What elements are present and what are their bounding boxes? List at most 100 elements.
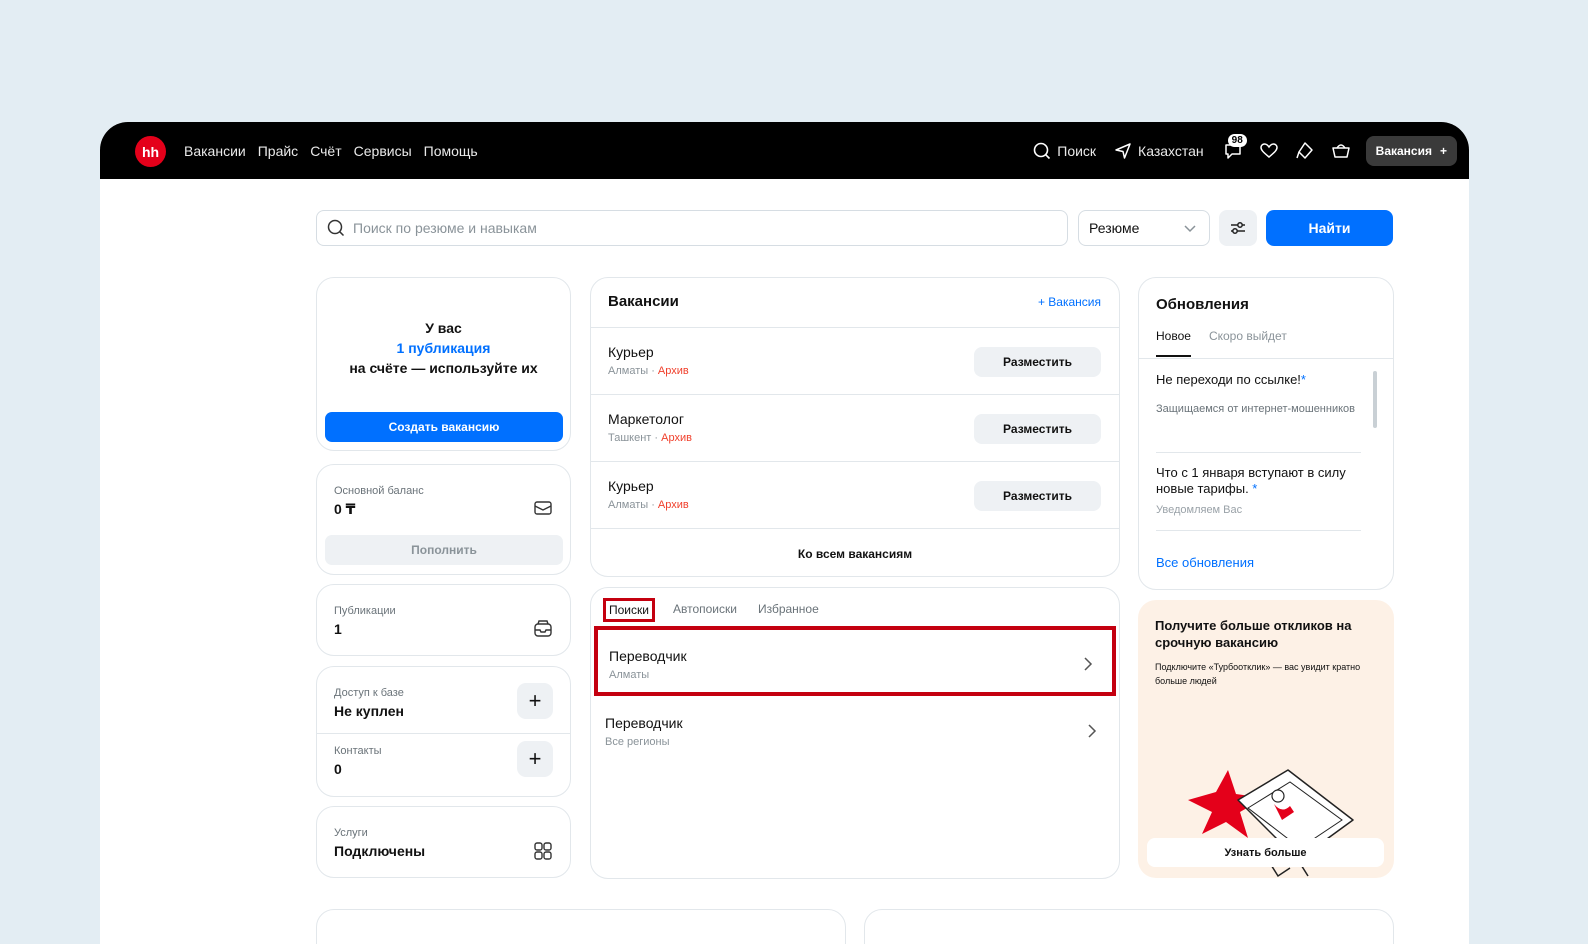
balance-info: Основной баланс 0 ₸ [334,485,424,518]
unread-dot: * [1248,481,1258,496]
topbar-search[interactable]: Поиск [1033,142,1096,160]
tab-searches[interactable]: Поиски [603,598,655,622]
balance-label: Основной баланс [334,485,424,497]
favorites-button[interactable] [1258,140,1280,162]
bell-icon [1295,142,1313,159]
updates-scrollbar[interactable] [1373,371,1377,428]
grid-icon [533,841,553,861]
publish-button[interactable]: Разместить [974,347,1101,377]
publications-promo-card: У вас 1 публикация на счёте — используйт… [316,277,571,451]
vacancy-name[interactable]: Курьер [608,344,654,360]
vacancy-name[interactable]: Курьер [608,478,654,494]
unread-dot: * [1300,372,1306,387]
bottom-card-left [316,909,846,944]
saved-search-row[interactable]: Переводчик Все регионы [594,697,1116,767]
nav-account[interactable]: Счёт [310,143,341,159]
publications-card[interactable]: Публикации 1 [316,584,571,656]
publications-link[interactable]: 1 публикация [317,338,570,358]
db-access-label: Доступ к базе [334,687,404,699]
tab-autosearches[interactable]: Автопоиски [670,598,740,622]
cart-button[interactable] [1330,140,1352,162]
chevron-down-icon [1184,225,1196,233]
tab-new[interactable]: Новое [1156,329,1191,357]
update-title: Что с 1 января вступают в силу новые тар… [1156,465,1361,497]
heart-icon [1259,143,1278,158]
nav-price[interactable]: Прайс [258,143,298,159]
search-icon [327,219,345,237]
search-type-select[interactable]: Резюме [1078,210,1210,246]
inbox-icon [533,619,553,639]
vacancy-row: Курьер Алматы · Архив Разместить [591,327,1119,394]
search-type-value: Резюме [1089,220,1140,236]
resume-search-input[interactable] [353,220,1033,236]
updates-card: Обновления Новое Скоро выйдет Не переход… [1138,277,1394,590]
nav-help[interactable]: Помощь [424,143,478,159]
basket-icon [1331,144,1350,158]
access-card: Доступ к базе Не куплен + Контакты 0 + [316,666,571,797]
services-card[interactable]: Услуги Подключены [316,806,571,878]
publish-button[interactable]: Разместить [974,481,1101,511]
divider [317,733,570,734]
contacts-label: Контакты [334,745,382,757]
divider [1139,358,1393,359]
saved-search-name: Переводчик [605,715,683,731]
app-window: hh Вакансии Прайс Счёт Сервисы Помощь По… [100,122,1469,944]
filters-button[interactable] [1219,210,1257,246]
vacancy-status: Архив [657,365,689,377]
vacancy-row: Маркетолог Ташкент · Архив Разместить [591,394,1119,461]
all-updates-link[interactable]: Все обновления [1156,555,1254,570]
top-navigation-bar: hh Вакансии Прайс Счёт Сервисы Помощь По… [100,122,1469,179]
vacancy-city: Алматы [608,365,649,377]
topbar-search-label: Поиск [1057,143,1097,159]
find-button[interactable]: Найти [1266,210,1393,246]
saved-search-region: Все регионы [605,736,670,748]
balance-value: 0 ₸ [334,501,356,517]
update-item[interactable]: Не переходи по ссылке!* Защищаемся от ин… [1156,372,1361,416]
messages-button[interactable]: 98 [1222,134,1247,162]
buy-contacts-button[interactable]: + [517,741,553,777]
vacancy-status: Архив [657,499,689,511]
balance-card: Основной баланс 0 ₸ Пополнить [316,464,571,575]
divider [1156,452,1361,453]
vacancy-meta: Алматы · Архив [608,499,689,511]
contacts-value: 0 [334,761,342,777]
publications-label: Публикации [334,605,396,617]
learn-more-button[interactable]: Узнать больше [1147,838,1384,867]
divider [1156,530,1361,531]
update-desc: Уведомляем Вас [1156,504,1243,516]
main-nav: Вакансии Прайс Счёт Сервисы Помощь [184,143,478,159]
vacancy-status: Архив [661,432,692,444]
hh-logo[interactable]: hh [135,136,166,167]
vacancies-list: Курьер Алматы · Архив Разместить Маркето… [591,327,1119,528]
topbar-actions: Поиск Казахстан 98 Вакансия + [1033,134,1457,166]
nav-vacancies[interactable]: Вакансии [184,143,246,159]
promo-title: Получите больше откликов на срочную вака… [1155,618,1352,650]
wallet-icon [533,498,553,518]
searches-tabs: Поиски Автопоиски Избранное [603,598,822,622]
add-vacancy-link[interactable]: + Вакансия [1038,295,1101,309]
notifications-button[interactable] [1294,140,1316,162]
nav-services[interactable]: Сервисы [354,143,412,159]
tab-favorites[interactable]: Избранное [755,598,822,622]
publish-button[interactable]: Разместить [974,414,1101,444]
create-vacancy-button[interactable]: Создать вакансию [325,412,563,442]
resume-search-box [316,210,1068,246]
add-vacancy-button[interactable]: Вакансия + [1365,136,1457,166]
saved-search-name: Переводчик [609,648,687,664]
services-info: Услуги Подключены [334,827,425,859]
publications-line-1: У вас [425,320,462,336]
buy-db-access-button[interactable]: + [517,683,553,719]
update-item[interactable]: Что с 1 января вступают в силу новые тар… [1156,465,1361,517]
topup-button[interactable]: Пополнить [325,535,563,565]
services-value: Подключены [334,843,426,859]
searches-card: Поиски Автопоиски Избранное Переводчик А… [590,587,1120,879]
chevron-right-icon [1084,657,1093,671]
tab-coming-soon[interactable]: Скоро выйдет [1209,329,1287,343]
region-selector[interactable]: Казахстан [1114,142,1204,160]
vacancy-name[interactable]: Маркетолог [608,411,684,427]
db-access-info: Доступ к базе Не куплен [334,687,404,719]
region-label: Казахстан [1138,143,1204,159]
saved-search-row[interactable]: Переводчик Алматы [594,626,1116,696]
all-vacancies-link[interactable]: Ко всем вакансиям [591,528,1119,578]
updates-tabs: Новое Скоро выйдет [1156,329,1287,357]
